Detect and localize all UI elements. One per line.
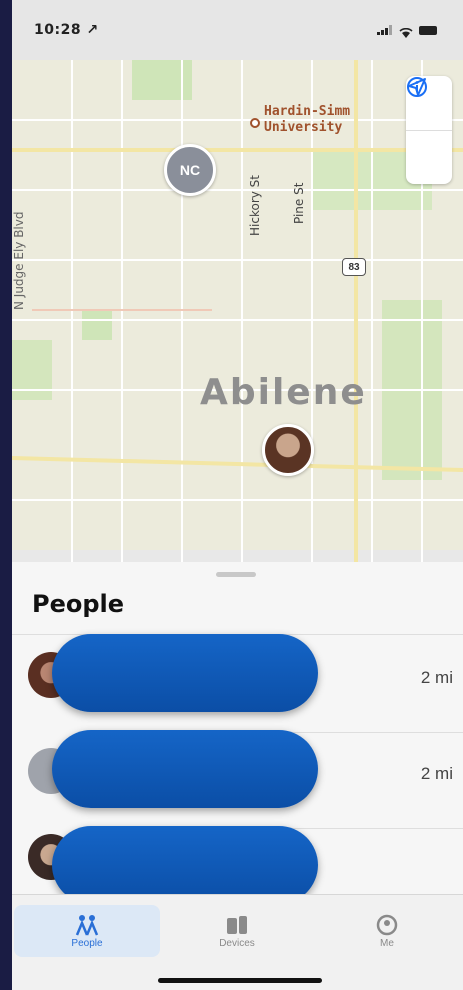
person-pin-nc[interactable]: NC: [164, 144, 216, 196]
status-time: 10:28 ↗: [34, 22, 99, 38]
person-distance: 2 mi: [420, 764, 453, 783]
university-line2: University: [264, 120, 343, 135]
location-arrow-icon: [408, 78, 426, 96]
road-shield-83: 83: [342, 258, 366, 276]
redaction-overlay: [52, 730, 318, 808]
redaction-overlay: [52, 634, 318, 712]
status-icons: [377, 25, 437, 38]
tab-devices[interactable]: Devices: [164, 905, 310, 957]
home-indicator[interactable]: [158, 978, 322, 983]
phone-screen: 10:28 ↗ Hickory St Pine St N Judge Ely B…: [12, 0, 463, 990]
map-controls: [406, 76, 452, 184]
university-label: Hardin-Simm University: [248, 104, 350, 136]
tab-label: Devices: [219, 937, 255, 949]
people-icon: [75, 914, 99, 935]
university-line1: Hardin-Simm: [264, 104, 351, 119]
map-streets: [12, 60, 463, 565]
city-label: Abilene: [200, 372, 367, 413]
map-view[interactable]: Hickory St Pine St N Judge Ely Blvd Hard…: [12, 60, 463, 565]
tab-label: People: [71, 937, 103, 949]
redaction-overlay: [52, 826, 318, 904]
tab-label: Me: [380, 937, 394, 949]
street-label-hickory: Hickory St: [248, 175, 262, 236]
wifi-icon: [399, 25, 413, 38]
signal-icon: [377, 25, 393, 35]
tab-me[interactable]: Me: [314, 905, 460, 957]
street-label-judge-ely: N Judge Ely Blvd: [12, 211, 26, 310]
sheet-title: People: [32, 590, 125, 618]
street-label-pine: Pine St: [292, 182, 306, 224]
location-button[interactable]: [406, 78, 452, 184]
person-pin-photo[interactable]: [262, 424, 314, 476]
me-icon: [376, 914, 398, 935]
person-distance: 2 mi: [420, 668, 453, 687]
status-bar: 10:28 ↗: [12, 0, 463, 60]
tab-bar: People Devices Me: [12, 894, 463, 990]
pin-initials: NC: [179, 162, 201, 178]
devices-icon: [227, 915, 247, 934]
battery-icon: [419, 25, 437, 35]
sheet-grabber[interactable]: [216, 572, 256, 577]
tab-people[interactable]: People: [14, 905, 160, 957]
